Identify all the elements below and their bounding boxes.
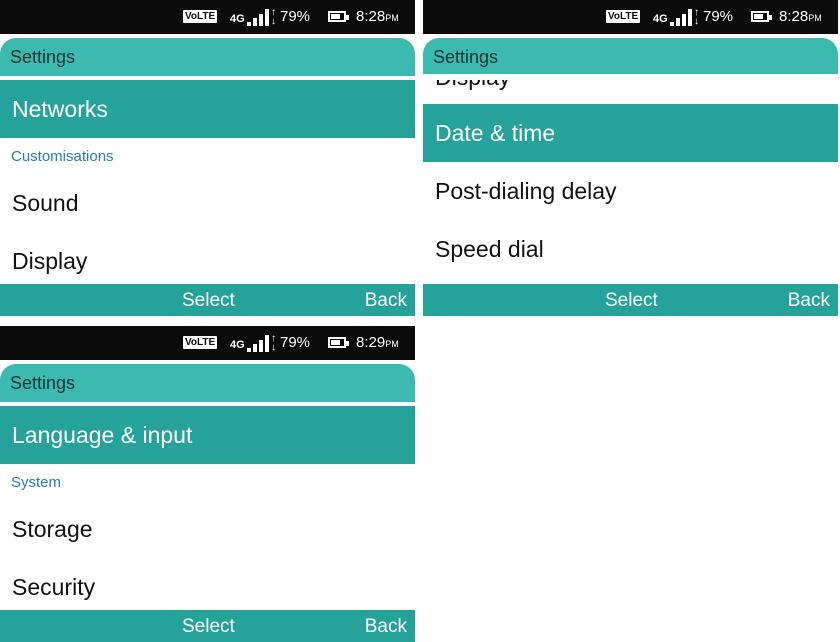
category-header: System (11, 474, 62, 491)
clock: 8:28PM (779, 8, 822, 25)
battery-icon (751, 11, 772, 22)
settings-list: Display Date & time Post-dialing delay S… (423, 80, 838, 283)
softkey-bar: Select Back (0, 610, 415, 642)
volte-badge: VoLTE (606, 10, 641, 23)
settings-list: Networks Customisations Sound Display (0, 80, 415, 283)
volte-badge: VoLTE (183, 10, 218, 23)
status-bar: VoLTE 4G ↑ ↓ 79% 8:28PM (423, 0, 838, 34)
settings-header: Settings (0, 38, 415, 76)
settings-header: Settings (423, 38, 838, 74)
battery-icon (328, 337, 349, 348)
menu-item-date-time[interactable]: Date & time (423, 104, 838, 162)
category-header: Customisations (11, 148, 114, 165)
page-title: Settings (433, 47, 499, 67)
battery-percent: 79% (280, 8, 311, 25)
phone-screen-3: VoLTE 4G ↑ ↓ 79% 8:29PM Settings Language… (0, 326, 415, 642)
data-arrows-icon: ↑ ↓ (694, 7, 699, 27)
signal-icon (247, 335, 269, 352)
menu-item-security[interactable]: Security (0, 558, 415, 609)
page-title: Settings (10, 47, 76, 67)
battery-percent: 79% (703, 8, 734, 25)
menu-item-post-dialing-delay[interactable]: Post-dialing delay (423, 162, 838, 220)
back-softkey[interactable]: Back (365, 616, 407, 638)
status-bar: VoLTE 4G ↑ ↓ 79% 8:28PM (0, 0, 415, 34)
status-bar: VoLTE 4G ↑ ↓ 79% 8:29PM (0, 326, 415, 360)
battery-percent: 79% (280, 334, 311, 351)
clock: 8:28PM (356, 8, 399, 25)
network-type: 4G (230, 13, 245, 25)
data-arrows-icon: ↑ ↓ (271, 333, 276, 353)
battery-icon (328, 11, 349, 22)
phone-screen-1: VoLTE 4G ↑ ↓ 79% 8:28PM Settings Networks… (0, 0, 415, 316)
data-arrows-icon: ↑ ↓ (271, 7, 276, 27)
network-type: 4G (230, 339, 245, 351)
phone-screen-2: VoLTE 4G ↑↓ 79% 8:28PM Display Date & ti… (423, 0, 838, 316)
back-softkey[interactable]: Back (788, 290, 830, 312)
menu-item-sound[interactable]: Sound (0, 174, 415, 232)
signal-icon (670, 9, 692, 26)
softkey-bar: Select Back (423, 284, 838, 316)
settings-list: Language & input System Storage Security (0, 406, 415, 609)
page-title: Settings (10, 373, 76, 393)
signal-icon (247, 9, 269, 26)
menu-item-networks[interactable]: Networks (0, 80, 415, 138)
select-softkey[interactable]: Select (182, 290, 235, 312)
clock: 8:29PM (356, 334, 399, 351)
menu-item-display[interactable]: Display (0, 232, 415, 283)
menu-item-language-input[interactable]: Language & input (0, 406, 415, 464)
back-softkey[interactable]: Back (365, 290, 407, 312)
select-softkey[interactable]: Select (605, 290, 658, 312)
menu-item-display[interactable]: Display (423, 80, 838, 106)
volte-badge: VoLTE (183, 336, 218, 349)
network-type: 4G (653, 13, 668, 25)
menu-item-storage[interactable]: Storage (0, 500, 415, 558)
select-softkey[interactable]: Select (182, 616, 235, 638)
softkey-bar: Select Back (0, 284, 415, 316)
menu-item-speed-dial[interactable]: Speed dial (423, 220, 838, 278)
settings-header: Settings (0, 364, 415, 402)
